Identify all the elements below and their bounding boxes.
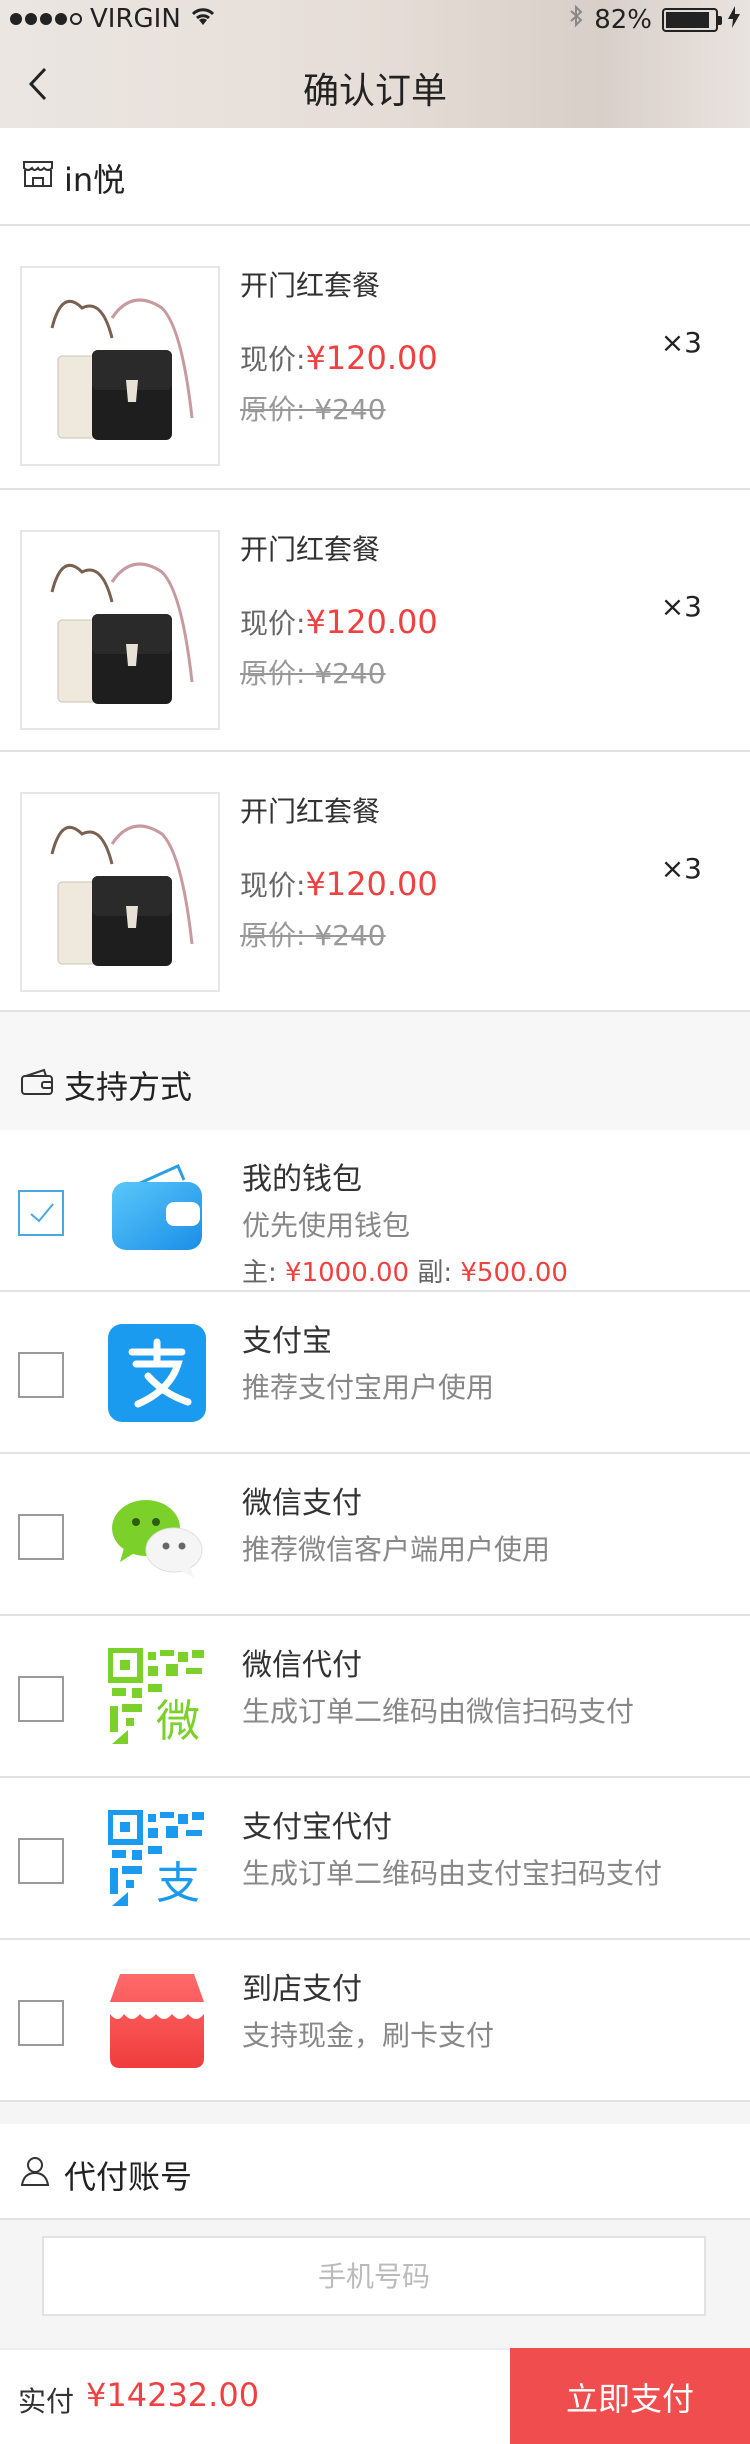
checkbox[interactable] [18, 1352, 64, 1398]
product-image [20, 530, 220, 730]
payment-option-wallet[interactable]: 我的钱包 优先使用钱包 主: ¥1000.00 副: ¥500.00 [0, 1130, 750, 1290]
top-bar: VIRGIN 82% 确认订单 [0, 0, 750, 128]
original-price-label: 原价: [240, 657, 306, 690]
payment-subtitle: 生成订单二维码由微信扫码支付 [242, 1695, 635, 1728]
shop-name: in悦 [64, 161, 126, 199]
product-quantity: ×3 [660, 852, 702, 885]
payment-title: 我的钱包 [242, 1162, 362, 1197]
total-value: ¥14232.00 [86, 2376, 260, 2414]
wallet-icon [20, 1068, 54, 1100]
original-price-label: 原价: [240, 393, 306, 426]
phone-input-area [0, 2220, 750, 2348]
svg-text:微: 微 [156, 1696, 200, 1746]
payment-title: 支付宝 [242, 1324, 332, 1359]
checkbox-checked[interactable] [18, 1190, 64, 1236]
alipay-icon [108, 1324, 206, 1422]
product-quantity: ×3 [660, 590, 702, 623]
price-label: 现价: [240, 343, 306, 376]
original-price-label: 原价: [240, 919, 306, 952]
product-item[interactable]: 开门红套餐 ×3 现价:¥120.00 原价: ¥240 [0, 226, 750, 488]
product-price: 现价:¥120.00 [240, 864, 438, 904]
nav-bar: 确认订单 [0, 40, 750, 128]
product-price: 现价:¥120.00 [240, 602, 438, 642]
pay-now-button[interactable]: 立即支付 [510, 2348, 750, 2444]
payment-header: 支持方式 [0, 1012, 750, 1130]
total-label: 实付 [18, 2385, 75, 2418]
checkbox[interactable] [18, 1676, 64, 1722]
battery-icon [662, 7, 722, 32]
payment-header-label: 支持方式 [64, 1068, 193, 1106]
proxy-account-label: 代付账号 [64, 2158, 193, 2196]
checkmark-icon [30, 1203, 54, 1223]
payment-option-in-store[interactable]: 到店支付 支持现金，刷卡支付 [0, 1940, 750, 2100]
price-label: 现价: [240, 607, 306, 640]
bluetooth-icon [568, 4, 584, 35]
divider [0, 2100, 750, 2102]
payment-title: 支付宝代付 [242, 1810, 392, 1845]
price-value: ¥120.00 [305, 339, 438, 377]
product-original-price: 原价: ¥240 [240, 388, 386, 428]
checkbox[interactable] [18, 2000, 64, 2046]
product-image [20, 266, 220, 466]
main-balance-label: 主: [242, 1258, 277, 1288]
proxy-account-header: 代付账号 [0, 2124, 750, 2220]
battery-percent: 82% [594, 4, 652, 35]
product-item[interactable]: 开门红套餐 ×3 现价:¥120.00 原价: ¥240 [0, 752, 750, 1014]
checkout-footer: 实付 ¥14232.00 立即支付 [0, 2348, 750, 2444]
original-price-value: ¥240 [314, 393, 386, 426]
price-value: ¥120.00 [305, 603, 438, 641]
payment-subtitle: 生成订单二维码由支付宝扫码支付 [242, 1857, 663, 1890]
payment-subtitle: 推荐支付宝用户使用 [242, 1371, 495, 1404]
main-balance-value: ¥1000.00 [285, 1258, 410, 1288]
payment-title: 到店支付 [242, 1972, 362, 2007]
product-quantity: ×3 [660, 326, 702, 359]
price-label: 现价: [240, 869, 306, 902]
product-image [20, 792, 220, 992]
payment-title: 微信代付 [242, 1648, 362, 1683]
product-name: 开门红套餐 [240, 269, 381, 302]
payment-title: 微信支付 [242, 1486, 362, 1521]
payment-option-wechat-proxy[interactable]: 微 微信代付 生成订单二维码由微信扫码支付 [0, 1616, 750, 1776]
checkbox[interactable] [18, 1838, 64, 1884]
payment-subtitle: 优先使用钱包 [242, 1209, 411, 1242]
phone-number-input[interactable] [42, 2236, 706, 2316]
payment-option-alipay[interactable]: 支付宝 推荐支付宝用户使用 [0, 1292, 750, 1452]
carrier-label: VIRGIN [90, 4, 181, 34]
shop-header: in悦 [0, 128, 750, 224]
svg-text:支: 支 [156, 1858, 200, 1908]
original-price-value: ¥240 [314, 919, 386, 952]
product-name: 开门红套餐 [240, 795, 381, 828]
price-value: ¥120.00 [305, 865, 438, 903]
shop-icon [22, 158, 54, 192]
payment-subtitle: 推荐微信客户端用户使用 [242, 1533, 551, 1566]
wechat-qr-icon: 微 [107, 1647, 206, 1747]
store-icon [108, 1972, 206, 2070]
payment-subtitle: 支持现金，刷卡支付 [242, 2019, 495, 2052]
wechat-icon [108, 1486, 206, 1584]
sub-balance-value: ¥500.00 [460, 1258, 568, 1288]
wallet-logo-icon [108, 1162, 206, 1260]
original-price-value: ¥240 [314, 657, 386, 690]
product-original-price: 原价: ¥240 [240, 914, 386, 954]
payment-option-wechat[interactable]: 微信支付 推荐微信客户端用户使用 [0, 1454, 750, 1614]
page-title: 确认订单 [302, 71, 447, 112]
payment-option-alipay-proxy[interactable]: 支 支付宝代付 生成订单二维码由支付宝扫码支付 [0, 1778, 750, 1938]
product-name: 开门红套餐 [240, 533, 381, 566]
charging-icon [728, 5, 740, 35]
wifi-icon [189, 4, 217, 34]
product-original-price: 原价: ¥240 [240, 652, 386, 692]
product-item[interactable]: 开门红套餐 ×3 现价:¥120.00 原价: ¥240 [0, 490, 750, 752]
checkbox[interactable] [18, 1514, 64, 1560]
status-bar: VIRGIN 82% [0, 0, 750, 40]
signal-icon [10, 13, 82, 25]
sub-balance-label: 副: [417, 1258, 453, 1288]
user-icon [20, 2156, 50, 2190]
alipay-qr-icon: 支 [107, 1809, 206, 1909]
product-price: 现价:¥120.00 [240, 338, 438, 378]
wallet-balance: 主: ¥1000.00 副: ¥500.00 [242, 1252, 568, 1289]
